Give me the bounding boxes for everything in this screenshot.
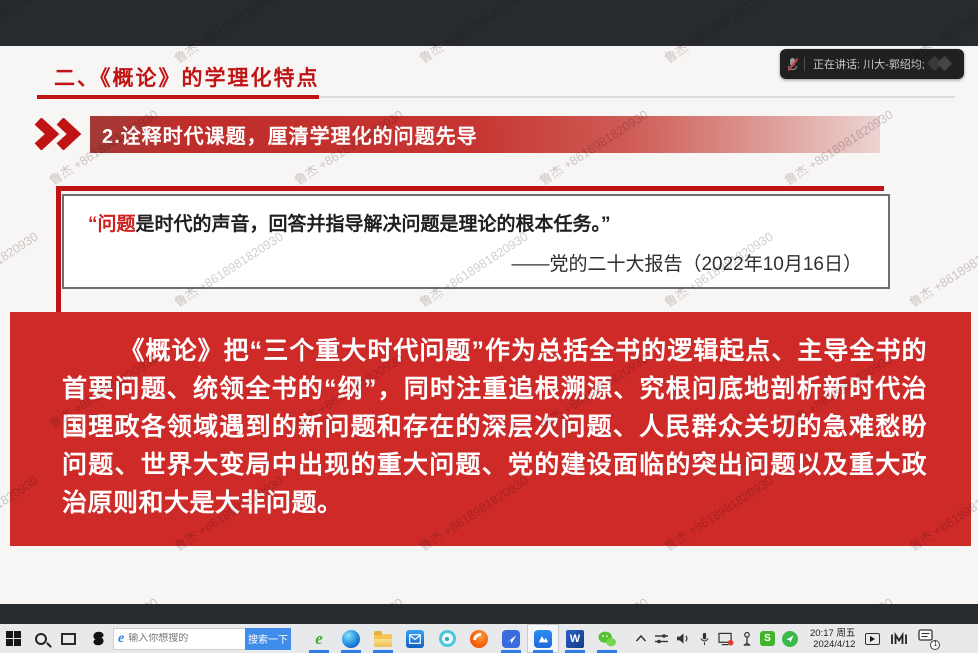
video-popup-icon bbox=[865, 633, 880, 645]
speaker-icon bbox=[676, 632, 691, 645]
notification-badge: 1 bbox=[930, 640, 940, 650]
section-banner: 2.诠释时代课题，厘清学理化的问题先导 bbox=[90, 116, 880, 153]
tray-expand-button[interactable] bbox=[635, 628, 647, 650]
tencent-meeting-icon bbox=[534, 630, 552, 648]
pinwheel-app-button[interactable] bbox=[90, 624, 107, 653]
double-chevron-icon bbox=[34, 118, 88, 150]
pill-divider bbox=[804, 57, 805, 71]
taskbar-item-mail[interactable] bbox=[399, 624, 431, 653]
paragraph-text: 《概论》把“三个重大时代问题”作为总括全书的逻辑起点、主导全书的首要问题、统领全… bbox=[62, 332, 927, 522]
taskbar-item-word[interactable]: W bbox=[559, 624, 591, 653]
folder-icon bbox=[374, 634, 392, 647]
taskbar-item-sogou-browser[interactable] bbox=[463, 624, 495, 653]
tray-stabilizer-button[interactable] bbox=[741, 628, 753, 650]
clock-date: 2024/4/12 bbox=[810, 639, 855, 650]
imi-app-button[interactable] bbox=[890, 624, 908, 653]
speaker-name: 川大-郭绍均; bbox=[863, 59, 925, 71]
taskbar: e 搜索一下 e W bbox=[0, 624, 978, 653]
taskbar-item-ie-browser[interactable]: e bbox=[303, 624, 335, 653]
quote-accent-top bbox=[56, 186, 884, 191]
section-banner-text: 2.诠释时代课题，厘清学理化的问题先导 bbox=[102, 120, 478, 149]
watermark: 鲁杰 +8618981820930 bbox=[905, 226, 978, 311]
taskbar-item-safety-ring[interactable] bbox=[431, 624, 463, 653]
stabilizer-icon bbox=[741, 632, 753, 646]
speaking-text: 正在讲话: 川大-郭绍均; bbox=[813, 56, 925, 72]
task-view-icon bbox=[61, 633, 76, 645]
quote-accent-left bbox=[56, 186, 61, 332]
taskbar-search-widget: e 搜索一下 bbox=[113, 628, 291, 650]
system-tray: S bbox=[635, 628, 798, 650]
chevron-up-icon bbox=[635, 634, 647, 643]
taskbar-item-wechat[interactable] bbox=[591, 624, 623, 653]
notification-icon: 1 bbox=[918, 629, 938, 649]
meeting-app-logo-icon bbox=[926, 56, 956, 72]
watermark: 鲁杰 +8618981820930 bbox=[535, 592, 651, 604]
screen-record-icon bbox=[718, 632, 734, 646]
sogou-flame-icon bbox=[470, 630, 488, 648]
tray-sliders-button[interactable] bbox=[654, 628, 669, 650]
start-button[interactable] bbox=[6, 624, 21, 653]
search-go-button[interactable]: 搜索一下 bbox=[245, 628, 291, 650]
watermark: 鲁杰 +8618981820930 bbox=[290, 592, 406, 604]
taskbar-clock[interactable]: 20:17 周五 2024/4/12 bbox=[810, 628, 855, 650]
sogou-input-icon: S bbox=[760, 631, 775, 646]
slide-title: 二、《概论》的学理化特点 bbox=[54, 62, 320, 92]
mail-icon bbox=[406, 630, 424, 648]
ie-green-icon: e bbox=[315, 630, 323, 647]
quote-highlight: “问题 bbox=[88, 214, 136, 235]
title-underline-gray bbox=[319, 96, 955, 98]
tray-green-app-button[interactable] bbox=[782, 628, 798, 650]
microphone-muted-icon bbox=[788, 58, 797, 71]
bottom-dark-bar bbox=[0, 604, 978, 624]
wechat-icon bbox=[597, 630, 617, 648]
clock-time: 20:17 周五 bbox=[810, 628, 855, 639]
microphone-icon bbox=[698, 632, 711, 646]
taskbar-item-tim[interactable] bbox=[495, 624, 527, 653]
quote-body: 是时代的声音，回答并指导解决问题是理论的根本任务。” bbox=[136, 214, 611, 235]
taskbar-item-edge[interactable] bbox=[335, 624, 367, 653]
edge-icon bbox=[342, 630, 360, 648]
task-view-button[interactable] bbox=[61, 624, 76, 653]
imi-icon bbox=[890, 632, 908, 646]
top-dark-bar bbox=[0, 0, 978, 46]
red-paragraph-block: 《概论》把“三个重大时代问题”作为总括全书的逻辑起点、主导全书的首要问题、统领全… bbox=[10, 312, 971, 546]
tray-screen-record-button[interactable] bbox=[718, 628, 734, 650]
quote-box: “问题是时代的声音，回答并指导解决问题是理论的根本任务。” ——党的二十大报告（… bbox=[62, 194, 890, 289]
tim-bird-icon bbox=[502, 630, 520, 648]
sliders-icon bbox=[654, 632, 669, 645]
quote-attribution: ——党的二十大报告（2022年10月16日） bbox=[88, 249, 862, 276]
title-underline-red bbox=[37, 95, 319, 99]
pinwheel-icon bbox=[90, 630, 107, 647]
video-popup-button[interactable] bbox=[865, 624, 880, 653]
word-icon: W bbox=[566, 630, 584, 648]
watermark: 鲁杰 +8618981820930 bbox=[0, 226, 41, 311]
tray-microphone-button[interactable] bbox=[698, 628, 711, 650]
taskbar-search-button[interactable] bbox=[35, 624, 47, 653]
speaking-indicator[interactable]: 正在讲话: 川大-郭绍均; bbox=[780, 49, 964, 79]
taskbar-item-tencent-meeting[interactable] bbox=[527, 624, 559, 653]
ring-app-icon bbox=[439, 630, 456, 647]
tray-sogou-input-button[interactable]: S bbox=[760, 628, 775, 650]
green-messenger-icon bbox=[782, 631, 798, 647]
presentation-slide: 二、《概论》的学理化特点 2.诠释时代课题，厘清学理化的问题先导 “问题是时代的… bbox=[0, 46, 978, 604]
windows-logo-icon bbox=[6, 631, 21, 646]
search-icon bbox=[35, 633, 47, 645]
tray-volume-button[interactable] bbox=[676, 628, 691, 650]
notification-center-button[interactable]: 1 bbox=[918, 624, 938, 653]
search-input[interactable] bbox=[128, 633, 228, 644]
search-box[interactable]: e bbox=[113, 628, 245, 650]
taskbar-item-file-explorer[interactable] bbox=[367, 624, 399, 653]
watermark: 鲁杰 +8618981820930 bbox=[780, 592, 896, 604]
watermark: 鲁杰 +8618981820930 bbox=[45, 592, 161, 604]
quote-text: “问题是时代的声音，回答并指导解决问题是理论的根本任务。” bbox=[88, 209, 862, 236]
browser-e-icon: e bbox=[118, 632, 124, 646]
